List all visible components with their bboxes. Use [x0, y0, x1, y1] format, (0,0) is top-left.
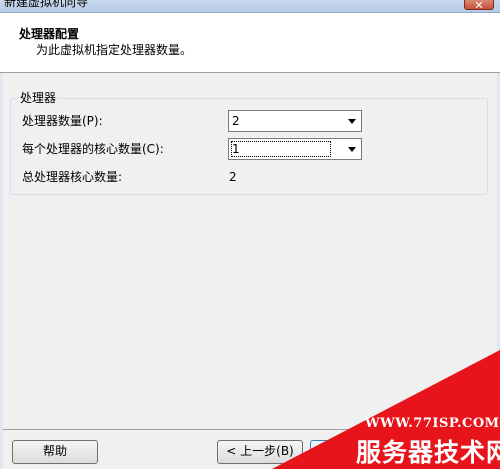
cores-per-processor-label: 每个处理器的核心数量(C): [22, 142, 164, 156]
wizard-header: 处理器配置 为此虚拟机指定处理器数量。 [0, 13, 500, 73]
processor-count-label: 处理器数量(P): [22, 114, 103, 128]
watermark-name: 服务器技术网 [356, 438, 500, 467]
window-titlebar: 新建虚拟机向导 ✕ [0, 0, 500, 13]
next-button[interactable] [310, 440, 340, 464]
page-title: 处理器配置 [19, 27, 80, 41]
watermark-url: WWW.77ISP.COM [365, 416, 500, 431]
processor-count-value: 2 [232, 114, 240, 128]
back-button[interactable]: < 上一步(B) [217, 440, 303, 464]
cores-per-processor-select[interactable]: 1 [228, 138, 362, 160]
cores-per-processor-value: 1 [231, 141, 331, 157]
processor-count-select[interactable]: 2 [228, 110, 362, 132]
window-title: 新建虚拟机向导 [4, 0, 89, 9]
processor-group-title: 处理器 [18, 91, 59, 105]
total-cores-label: 总处理器核心数量: [22, 170, 123, 184]
help-button[interactable]: 帮助 [12, 440, 98, 464]
close-icon[interactable]: ✕ [464, 0, 494, 12]
total-cores-value: 2 [229, 170, 237, 184]
chevron-down-icon[interactable] [348, 119, 356, 124]
window-border-left [0, 13, 3, 469]
page-subtitle: 为此虚拟机指定处理器数量。 [36, 43, 193, 57]
chevron-down-icon[interactable] [348, 147, 356, 152]
